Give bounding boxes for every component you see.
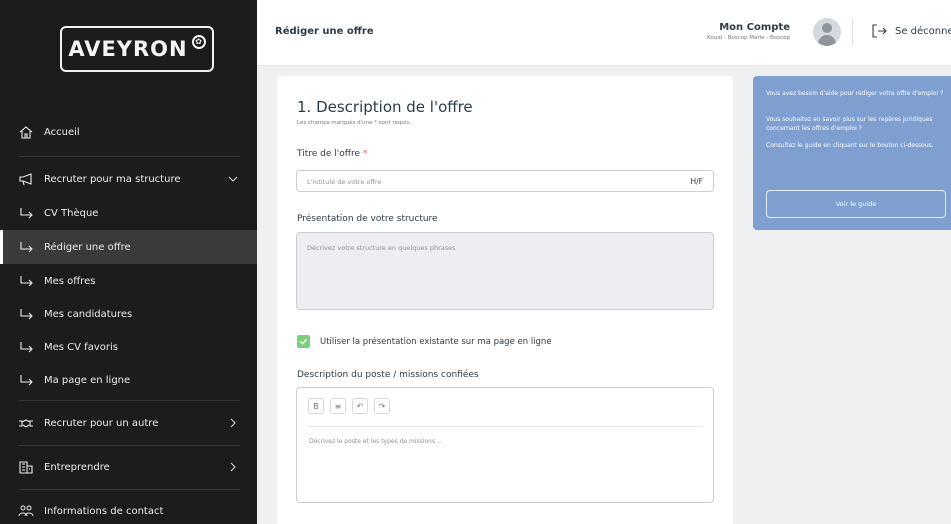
- page-title: Rédiger une offre: [275, 26, 374, 37]
- divider: [308, 426, 702, 427]
- use-existing-presentation-checkbox[interactable]: [297, 335, 310, 348]
- avatar[interactable]: [813, 18, 841, 46]
- editor-toolbar: B ≡ ↶ ↷: [308, 398, 396, 414]
- logout-label: Se déconnecter: [895, 25, 951, 37]
- divider: [18, 156, 240, 157]
- presentation-label: Présentation de votre structure: [297, 214, 438, 224]
- check-icon: [299, 338, 308, 345]
- sub-arrow-icon: [18, 274, 34, 288]
- title-label: Titre de l'offre *: [297, 149, 367, 159]
- avatar-body: [818, 35, 836, 46]
- sidebar: AVEYRON ✿ Accueil Recruter pour ma struc…: [0, 0, 257, 524]
- divider: [18, 489, 240, 490]
- help-panel: Vous avez besoin d'aide pour rédiger vot…: [753, 76, 951, 230]
- sidebar-item-mes-cv-favoris[interactable]: Mes CV favoris: [0, 330, 257, 364]
- chevron-right-icon: [230, 418, 236, 428]
- sub-arrow-icon: [18, 340, 34, 354]
- sidebar-item-label: Rédiger une offre: [44, 241, 131, 253]
- description-editor[interactable]: B ≡ ↶ ↷ Décrivez le poste et les types d…: [296, 387, 714, 503]
- avatar-head: [822, 23, 832, 33]
- presentation-textarea[interactable]: Décrivez votre structure en quelques phr…: [296, 232, 714, 310]
- logout-icon: [872, 24, 887, 38]
- sidebar-item-entreprendre[interactable]: Entreprendre: [0, 450, 257, 484]
- description-label: Description du poste / missions confiées: [297, 370, 479, 380]
- title-input[interactable]: L'intitulé de votre offre H/F: [296, 170, 714, 192]
- required-note-prefix: Les champs marqués d'une: [297, 120, 375, 126]
- sidebar-item-label: Mes offres: [44, 275, 96, 287]
- logo-mark-icon: ✿: [191, 35, 206, 49]
- chevron-down-icon: [228, 176, 238, 182]
- description-placeholder: Décrivez le poste et les types de missio…: [309, 438, 443, 445]
- title-suffix: H/F: [690, 177, 703, 186]
- sidebar-item-label: Accueil: [44, 126, 80, 138]
- sidebar-item-recruter-structure[interactable]: Recruter pour ma structure: [0, 162, 257, 196]
- logo-text: AVEYRON: [68, 37, 188, 61]
- sidebar-item-label: Entreprendre: [44, 461, 110, 473]
- account-subtitle: Koual - Boscop Marie - Boscop: [707, 35, 790, 41]
- sidebar-item-rediger-offre[interactable]: Rédiger une offre: [0, 230, 257, 264]
- sub-arrow-icon: [18, 206, 34, 220]
- view-guide-button[interactable]: Voir le guide: [766, 190, 946, 218]
- help-text-3: Consultez le guide en cliquant sur le bo…: [766, 142, 934, 149]
- logout-button[interactable]: Se déconnecter: [871, 24, 951, 38]
- sidebar-item-label: Recruter pour un autre: [44, 417, 159, 429]
- redo-button[interactable]: ↷: [374, 398, 390, 414]
- sub-arrow-icon: [18, 240, 34, 254]
- required-note-suffix: sont requis.: [377, 120, 412, 126]
- help-text-1: Vous avez besoin d'aide pour rédiger vot…: [766, 90, 944, 97]
- home-icon: [18, 125, 34, 139]
- sidebar-item-mes-offres[interactable]: Mes offres: [0, 264, 257, 298]
- sidebar-item-informations-contact[interactable]: Informations de contact: [0, 494, 257, 524]
- logo[interactable]: AVEYRON ✿: [60, 26, 214, 72]
- megaphone-icon: [18, 172, 34, 186]
- sidebar-item-label: Ma page en ligne: [44, 374, 131, 386]
- sidebar-item-mes-candidatures[interactable]: Mes candidatures: [0, 297, 257, 331]
- section-title: 1. Description de l'offre: [297, 98, 473, 116]
- required-note: Les champs marqués d'une * sont requis.: [297, 120, 411, 126]
- sidebar-item-label: CV Thèque: [44, 207, 99, 219]
- divider: [18, 400, 240, 401]
- sidebar-item-ma-page-en-ligne[interactable]: Ma page en ligne: [0, 363, 257, 397]
- divider: [18, 445, 240, 446]
- sidebar-item-label: Mes candidatures: [44, 308, 133, 320]
- title-placeholder: L'intitulé de votre offre: [307, 178, 382, 186]
- use-existing-presentation-row[interactable]: Utiliser la présentation existante sur m…: [297, 335, 552, 348]
- sidebar-item-accueil[interactable]: Accueil: [0, 115, 257, 149]
- checkbox-label: Utiliser la présentation existante sur m…: [320, 336, 552, 347]
- offer-form-card: 1. Description de l'offre Les champs mar…: [277, 76, 733, 524]
- undo-button[interactable]: ↶: [352, 398, 368, 414]
- bold-button[interactable]: B: [308, 398, 324, 414]
- handshake-icon: [18, 416, 34, 430]
- account-info[interactable]: Mon Compte Koual - Boscop Marie - Boscop: [707, 22, 790, 41]
- help-text-2: Vous souhaitez en savoir plus sur les re…: [766, 116, 933, 132]
- account-name: Mon Compte: [719, 22, 790, 33]
- sidebar-item-label: Mes CV favoris: [44, 341, 118, 353]
- sidebar-item-recruter-autre[interactable]: Recruter pour un autre: [0, 406, 257, 440]
- title-label-text: Titre de l'offre: [297, 149, 360, 159]
- sidebar-item-label: Recruter pour ma structure: [44, 173, 181, 185]
- sidebar-item-cv-theque[interactable]: CV Thèque: [0, 196, 257, 230]
- presentation-placeholder: Décrivez votre structure en quelques phr…: [307, 244, 456, 252]
- sidebar-item-label: Informations de contact: [44, 505, 164, 517]
- required-star: *: [362, 149, 368, 159]
- contacts-icon: [18, 504, 34, 518]
- divider: [852, 18, 853, 46]
- sub-arrow-icon: [18, 307, 34, 321]
- top-header: Rédiger une offre Mon Compte Koual - Bos…: [257, 0, 951, 66]
- sub-arrow-icon: [18, 373, 34, 387]
- building-icon: [18, 460, 34, 474]
- list-button[interactable]: ≡: [330, 398, 346, 414]
- chevron-right-icon: [230, 462, 236, 472]
